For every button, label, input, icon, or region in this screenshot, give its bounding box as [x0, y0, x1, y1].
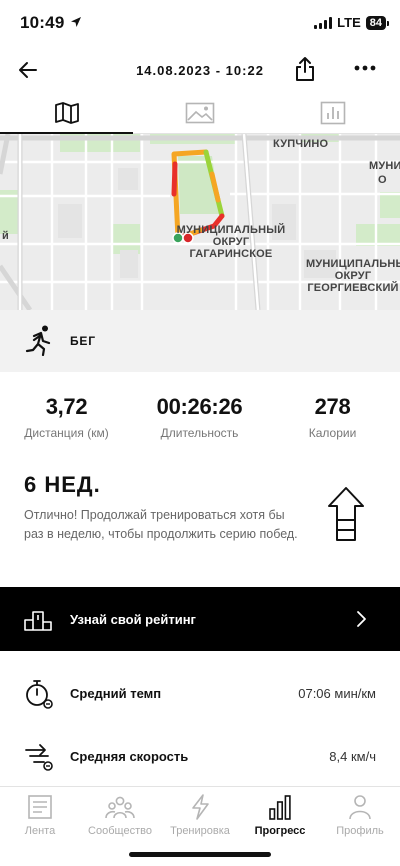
network-type: LTE	[337, 15, 361, 30]
activity-type-label: БЕГ	[70, 334, 96, 348]
view-tabs	[0, 92, 400, 135]
streak-title: 6 НЕД.	[24, 472, 101, 497]
battery-icon: 84	[365, 15, 390, 30]
map-label-muni: МУНИ	[369, 160, 400, 172]
profile-icon	[349, 795, 371, 820]
location-arrow-icon	[71, 17, 81, 27]
stat-label: Дистанция (км)	[24, 426, 109, 440]
metric-label: Средний темп	[70, 686, 162, 701]
share-icon[interactable]	[294, 56, 316, 82]
map-label-edge: й	[2, 230, 9, 242]
header: 14.08.2023 - 10:22	[0, 46, 400, 92]
stat-label: Калории	[308, 426, 357, 440]
stat-label: Длительность	[160, 426, 239, 440]
streak-arrow-icon	[328, 487, 364, 541]
more-options-icon[interactable]	[352, 58, 378, 78]
stat-value: 00:26:26	[156, 394, 243, 419]
map-label-muni-2: О	[378, 174, 387, 186]
tab-map[interactable]	[0, 92, 133, 135]
route-map[interactable]: КУПЧИНО МУНИ О й МУНИЦИПАЛЬНЫЙ ОКРУГ ГАГ…	[0, 134, 400, 310]
nav-item-profile[interactable]: Профиль	[320, 791, 400, 839]
page-title: 14.08.2023 - 10:22	[136, 63, 264, 78]
map-label-gagarinskoe: МУНИЦИПАЛЬНЫЙ ОКРУГ ГАГАРИНСКОЕ	[176, 224, 286, 260]
home-indicator[interactable]	[129, 852, 271, 857]
chevron-right-icon	[357, 611, 366, 627]
status-time: 10:49	[20, 13, 65, 32]
status-bar: 10:49 LTE 84	[0, 0, 400, 46]
community-icon	[105, 796, 135, 819]
nav-item-workout[interactable]: Тренировка	[160, 791, 240, 839]
metric-row-pace[interactable]: Средний темп 07:06 мин/км	[0, 664, 400, 724]
progress-icon	[269, 795, 291, 820]
map-label-kupchino: КУПЧИНО	[273, 138, 329, 150]
stat-value: 3,72	[45, 394, 88, 419]
streak-description: Отлично! Продолжай тренироваться хотя бы…	[24, 508, 298, 541]
stat-calories: 278 Калории	[266, 394, 399, 440]
status-indicators: LTE 84	[314, 15, 390, 30]
nav-label: Профиль	[336, 825, 384, 837]
nav-label: Тренировка	[170, 825, 230, 837]
stat-value: 278	[314, 394, 351, 419]
tab-charts[interactable]	[266, 92, 399, 134]
metric-value: 8,4 км/ч	[329, 749, 376, 764]
stopwatch-icon	[26, 680, 53, 709]
image-icon	[185, 102, 214, 124]
nav-item-progress[interactable]: Прогресс	[240, 791, 320, 839]
stat-duration: 00:26:26 Длительность	[133, 394, 266, 440]
signal-icon	[314, 16, 333, 29]
nav-item-feed[interactable]: Лента	[0, 791, 80, 839]
map-icon	[54, 102, 79, 124]
bar-chart-icon	[320, 101, 345, 125]
activity-type-bar: БЕГ	[0, 310, 400, 372]
metric-label: Средняя скорость	[70, 749, 189, 764]
podium-icon	[24, 611, 52, 631]
stat-distance: 3,72 Дистанция (км)	[0, 394, 133, 440]
metric-value: 07:06 мин/км	[298, 686, 376, 701]
nav-label: Прогресс	[254, 825, 306, 837]
nav-label: Сообщество	[88, 825, 152, 837]
ranking-banner[interactable]: Узнай свой рейтинг	[0, 587, 400, 651]
feed-icon	[28, 795, 52, 819]
speed-icon	[25, 744, 53, 771]
metric-row-speed[interactable]: Средняя скорость 8,4 км/ч	[0, 727, 400, 787]
ranking-label: Узнай свой рейтинг	[70, 612, 196, 627]
map-label-georgievsky: МУНИЦИПАЛЬНЫЙ ОКРУГ ГЕОРГИЕВСКИЙ	[306, 258, 400, 294]
nav-item-community[interactable]: Сообщество	[80, 791, 160, 839]
nav-label: Лента	[24, 825, 56, 837]
tab-photos[interactable]	[133, 92, 266, 134]
workout-icon	[192, 794, 209, 820]
running-icon	[25, 325, 51, 356]
